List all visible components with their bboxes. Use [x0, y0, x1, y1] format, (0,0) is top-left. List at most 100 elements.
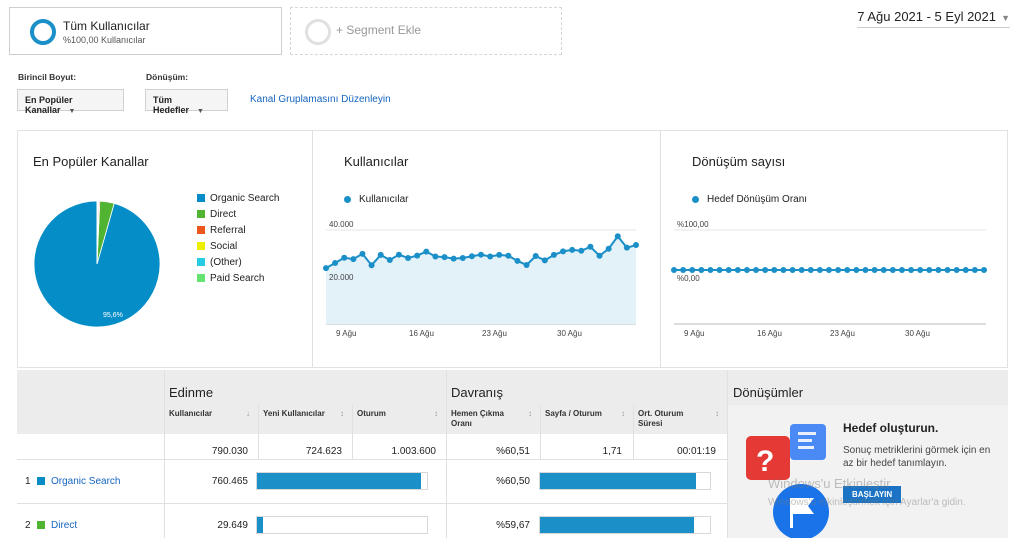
segment-ring-icon — [30, 19, 56, 45]
data-point — [743, 267, 750, 273]
users-value: 760.465 — [211, 476, 248, 487]
data-point — [587, 243, 594, 250]
conversion-series-legend: Hedef Dönüşüm Oranı — [692, 194, 807, 205]
goal-promo-title: Hedef oluşturun. — [843, 421, 939, 435]
sort-icon[interactable]: ↕ — [340, 409, 344, 418]
panel-divider — [660, 131, 661, 367]
data-point — [341, 254, 348, 261]
data-point — [716, 267, 723, 273]
conversion-dropdown[interactable]: Tüm Hedefler ▼ — [145, 89, 228, 115]
legend-label: Paid Search — [210, 272, 265, 284]
sort-icon[interactable]: ↕ — [528, 409, 532, 418]
data-point — [633, 242, 639, 249]
channel-link[interactable]: Direct — [51, 520, 77, 531]
data-point — [725, 267, 732, 273]
data-point — [926, 267, 933, 273]
data-point — [780, 267, 787, 273]
data-point — [853, 267, 860, 273]
channel-link[interactable]: Organic Search — [51, 476, 120, 487]
data-point — [816, 267, 823, 273]
sort-icon[interactable]: ↕ — [715, 409, 719, 418]
date-range-label: 7 Ağu 2021 - 5 Eyl 2021 — [857, 9, 996, 24]
data-point — [871, 267, 878, 273]
legend-label: Referral — [210, 224, 246, 236]
col-avg-duration-header[interactable]: Ort. Oturum Süresi — [638, 409, 704, 429]
svg-text:?: ? — [756, 445, 774, 478]
total-bounce-rate: %60,51 — [496, 446, 530, 457]
group-behavior: Davranış — [451, 385, 504, 400]
y-tick-label: %100,00 — [677, 220, 709, 229]
x-tick-label: 16 Ağu — [757, 329, 782, 338]
col-new-users-header[interactable]: Yeni Kullanıcılar — [263, 409, 325, 418]
sort-desc-icon[interactable]: ↓ — [246, 409, 250, 418]
users-value: 29.649 — [217, 520, 248, 531]
x-tick-label: 16 Ağu — [409, 329, 434, 338]
date-range-picker[interactable]: 7 Ağu 2021 - 5 Eyl 2021 ▼ — [857, 9, 1010, 28]
legend-label: Organic Search — [210, 192, 280, 204]
x-tick-label: 23 Ağu — [482, 329, 507, 338]
data-point — [880, 267, 887, 273]
data-point — [944, 267, 951, 273]
data-point — [423, 248, 430, 255]
data-point — [487, 253, 494, 260]
primary-dimension-dropdown[interactable]: En Popüler Kanallar ▼ — [17, 89, 124, 115]
data-point — [680, 267, 687, 273]
series-dot-icon — [344, 196, 351, 203]
data-point — [981, 267, 987, 273]
segment-all-users[interactable]: Tüm Kullanıcılar %100,00 Kullanıcılar — [9, 7, 282, 55]
users-area-chart: 40.000 20.000 9 Ağu 16 Ağu 23 Ağu 30 Ağu — [323, 220, 639, 338]
data-point — [623, 244, 630, 251]
table-row: 2 Direct 29.649 %59,67 — [17, 504, 727, 538]
data-point — [541, 257, 548, 264]
sort-icon[interactable]: ↕ — [434, 409, 438, 418]
legend-item: Referral — [197, 222, 279, 238]
users-series-label: Kullanıcılar — [359, 194, 409, 205]
data-point — [789, 267, 796, 273]
data-point — [569, 246, 576, 253]
data-point — [671, 267, 677, 273]
col-sessions-header[interactable]: Oturum — [357, 409, 386, 418]
x-tick-label: 30 Ağu — [557, 329, 582, 338]
row-number: 2 — [25, 520, 31, 531]
edit-channel-grouping-link[interactable]: Kanal Gruplamasını Düzenleyin — [250, 94, 391, 105]
data-point — [523, 261, 530, 268]
data-point — [889, 267, 896, 273]
legend-label: Direct — [210, 208, 237, 220]
table-row: 1 Organic Search 760.465 %60,50 — [17, 460, 727, 503]
col-bounce-rate-header[interactable]: Hemen Çıkma Oranı — [451, 409, 521, 429]
data-point — [596, 252, 603, 259]
add-segment-button[interactable]: + Segment Ekle — [290, 7, 562, 55]
data-point — [807, 267, 814, 273]
legend-item: Organic Search — [197, 190, 279, 206]
windows-activation-desc: Windows'u etkinleştirmek için Ayarlar'a … — [768, 497, 966, 508]
total-sessions: 1.003.600 — [391, 446, 437, 457]
segment-sub: %100,00 Kullanıcılar — [63, 35, 146, 45]
col-users-header[interactable]: Kullanıcılar — [169, 409, 212, 418]
data-point — [368, 262, 375, 269]
data-point — [323, 265, 329, 272]
conversion-series-label: Hedef Dönüşüm Oranı — [707, 194, 808, 205]
bounce-rate-value: %59,67 — [496, 520, 530, 531]
data-point — [459, 254, 466, 261]
series-dot-icon — [692, 196, 699, 203]
data-point — [826, 267, 832, 273]
data-point — [395, 251, 402, 258]
legend-swatch — [197, 210, 205, 218]
col-pages-per-session-header[interactable]: Sayfa / Oturum — [545, 409, 602, 418]
x-tick-label: 30 Ağu — [905, 329, 930, 338]
windows-activation-title: Windows'u Etkinleştir — [768, 476, 891, 491]
conversion-panel-title: Dönüşüm sayısı — [692, 154, 786, 169]
data-point — [734, 267, 741, 273]
data-point — [605, 245, 612, 252]
y-tick-label: 40.000 — [329, 220, 354, 229]
row-number: 1 — [25, 476, 31, 487]
data-point — [432, 253, 439, 260]
sort-icon[interactable]: ↕ — [621, 409, 625, 418]
data-point — [971, 267, 978, 273]
bounce-bar — [540, 473, 697, 489]
legend-swatch — [197, 274, 205, 282]
goal-promo-desc-line1: Sonuç metriklerini görmek için en — [843, 445, 991, 456]
legend-item: (Other) — [197, 254, 279, 270]
data-point — [450, 255, 457, 262]
channels-pie-chart: 95,6% — [33, 200, 161, 328]
